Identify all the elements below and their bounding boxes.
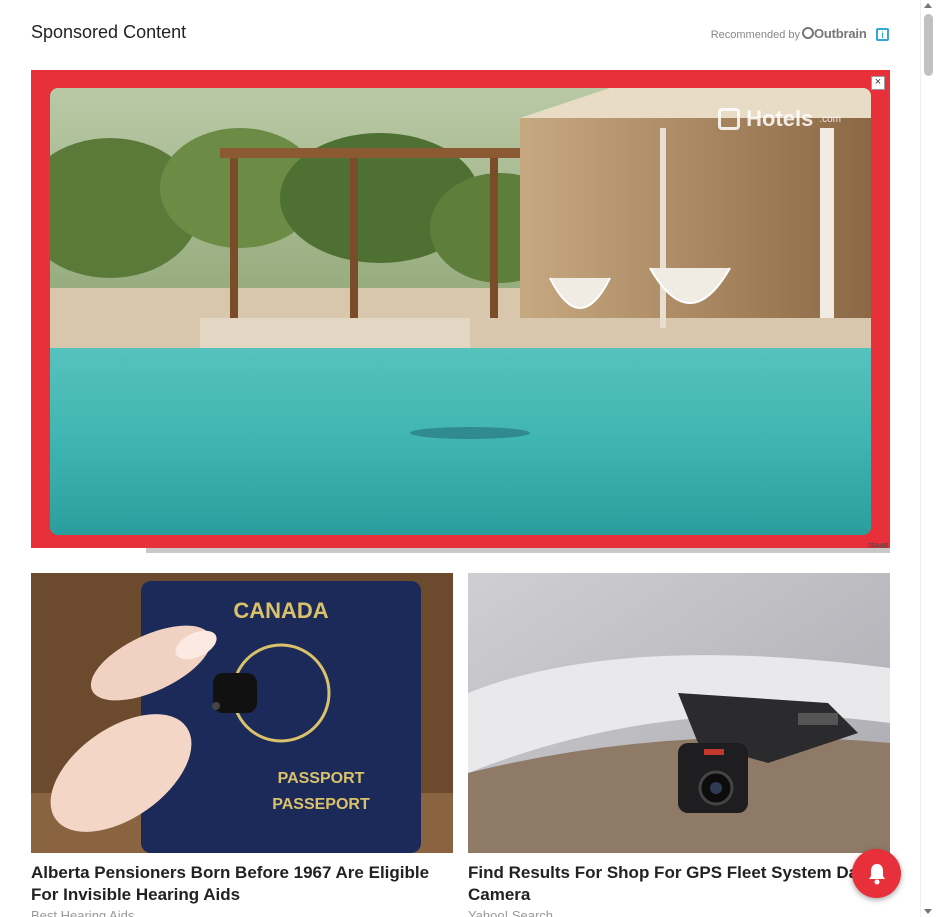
passport-hearing-aid-image: CANADA PASSPORT PASSEPORT [31,573,453,853]
card-source: Best Hearing Aids [31,908,135,917]
scroll-up-arrow-icon[interactable] [924,3,932,8]
video-progress-bar[interactable] [146,548,890,553]
video-player[interactable]: Hotels .com [50,88,871,535]
section-title: Sponsored Content [31,22,187,42]
card-source: Yahoo! Search [468,908,554,917]
hotels-mark-icon [718,108,741,130]
bell-icon [868,863,885,884]
scrollbar[interactable] [920,0,936,917]
hotels-logo: Hotels .com [718,106,841,132]
hotels-brand-suffix: .com [819,113,841,125]
card-title[interactable]: Alberta Pensioners Born Before 1967 Are … [31,862,453,906]
hotels-brand: Hotels [746,106,814,131]
card-image[interactable] [468,573,890,853]
ad-id: 78A4B [866,543,888,550]
video-ad[interactable]: Hotels .com [31,70,890,548]
outbrain-wordmark: Outbrain [802,26,867,41]
outbrain-logo[interactable]: Outbrain [802,26,872,43]
recommendation-card[interactable]: Find Results For Shop For GPS Fleet Syst… [468,573,890,917]
ad-info-icon[interactable]: i [876,28,889,41]
recommended-by[interactable]: Recommended by Outbrain i [711,26,889,43]
card-title-line: Find Results For Shop For GPS Fleet Syst… [468,863,878,882]
resort-pool-image [50,88,871,535]
card-image[interactable]: CANADA PASSPORT PASSEPORT [31,573,453,853]
passport-text-fr: PASSEPORT [272,796,370,813]
card-title-line: For Invisible Hearing Aids [31,885,241,904]
scroll-thumb[interactable] [924,14,933,76]
card-title-line: Alberta Pensioners Born Before 1967 Are … [31,863,430,882]
card-title-line: Camera [468,885,531,904]
recommended-by-label: Recommended by [710,28,800,41]
recommendation-card[interactable]: CANADA PASSPORT PASSEPORT Alberta Pensio… [31,573,453,917]
outbrain-wordmark-text: Outbrain [814,26,867,40]
card-title[interactable]: Find Results For Shop For GPS Fleet Syst… [468,862,890,906]
notification-bell-button[interactable] [852,849,901,898]
close-ad-button[interactable]: × [871,76,885,90]
passport-country-text: CANADA [233,598,328,623]
scroll-down-arrow-icon[interactable] [924,909,932,914]
passport-text-en: PASSPORT [278,770,365,787]
dash-camera-image [468,573,890,853]
